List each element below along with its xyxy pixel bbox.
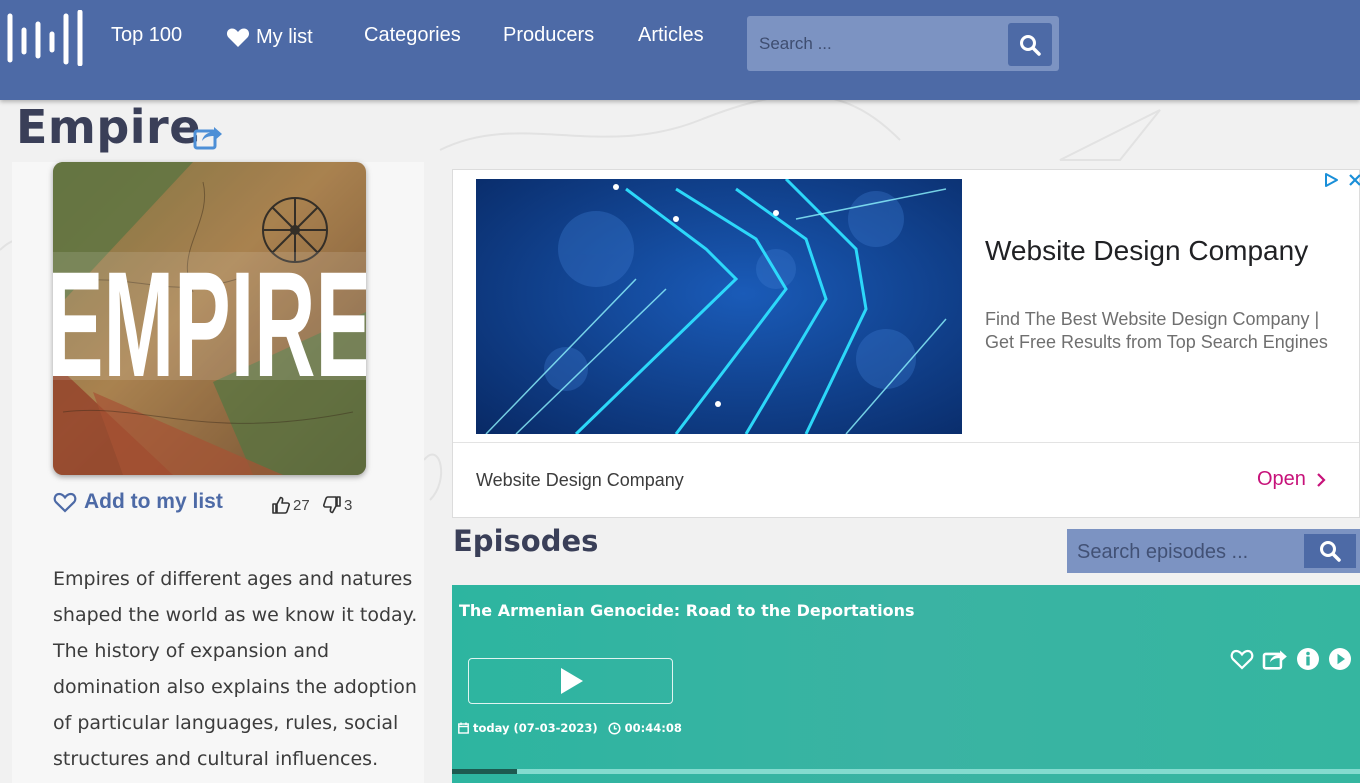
calendar-icon (458, 722, 469, 734)
heart-icon (226, 28, 250, 47)
episode-duration: 00:44:08 (624, 721, 682, 735)
podcast-description: Empires of different ages and natures sh… (53, 568, 418, 770)
episode-play-small-button[interactable] (1328, 647, 1352, 671)
search-button[interactable] (1008, 23, 1052, 66)
nav-mylist-label: My list (256, 26, 313, 48)
close-icon[interactable] (1347, 172, 1360, 188)
nav-categories[interactable]: Categories (364, 24, 461, 47)
thumbs-up-icon (272, 496, 290, 514)
episode-card[interactable]: The Armenian Genocide: Road to the Depor… (452, 585, 1360, 783)
nav-mylist[interactable]: My list (226, 26, 313, 49)
heart-outline-icon (53, 492, 77, 513)
bars-logo-icon[interactable] (6, 10, 84, 66)
play-icon (560, 668, 583, 694)
nav-articles[interactable]: Articles (638, 24, 704, 47)
share-icon (1262, 650, 1287, 670)
search-icon (1320, 541, 1341, 562)
episodes-heading: Episodes (453, 524, 599, 558)
thumbs-down-icon (323, 496, 341, 514)
ad-play-icon (1325, 173, 1338, 187)
ad-choices[interactable] (1323, 172, 1360, 188)
ad-text: Find The Best Website Design Company | G… (985, 309, 1328, 352)
episode-info-button[interactable] (1296, 647, 1320, 671)
dislike-count: 3 (344, 496, 353, 514)
episode-search-input[interactable] (1075, 538, 1299, 566)
play-circle-icon (1329, 648, 1351, 670)
ad-title[interactable]: Website Design Company (985, 235, 1308, 267)
share-icon[interactable] (193, 124, 223, 150)
ad-open-label: Open (1257, 468, 1306, 490)
dislike-button[interactable]: 3 (322, 495, 352, 515)
episode-date: today (07-03-2023) (473, 721, 598, 735)
info-icon (1297, 648, 1319, 670)
ad-image[interactable] (476, 179, 962, 434)
episode-share-button[interactable] (1262, 648, 1288, 670)
top-nav-bar: Top 100 My list Categories Producers Art… (0, 0, 1360, 100)
like-button[interactable]: 27 (271, 495, 310, 515)
ad-divider (453, 442, 1359, 443)
podcast-cover-image[interactable]: EMPIRE (53, 162, 366, 475)
nav-top100[interactable]: Top 100 (111, 24, 182, 47)
advertisement[interactable]: Website Design Company Find The Best Web… (452, 169, 1360, 518)
site-search (747, 16, 1059, 71)
play-button[interactable] (468, 658, 673, 704)
episode-search-button[interactable] (1304, 534, 1356, 568)
episode-meta: today (07-03-2023) 00:44:08 (458, 721, 682, 735)
page-title: Empire (16, 100, 201, 154)
cover-text: EMPIRE (53, 240, 366, 408)
heart-outline-icon (1230, 649, 1254, 670)
chevron-right-icon (1317, 472, 1326, 487)
episode-title[interactable]: The Armenian Genocide: Road to the Depor… (459, 601, 915, 620)
episode-progress-fill (452, 769, 518, 774)
ad-footer-name: Website Design Company (476, 470, 684, 490)
clock-icon (608, 721, 621, 735)
add-to-list-label: Add to my list (84, 490, 223, 513)
ad-open-button[interactable]: Open (1257, 468, 1326, 491)
episode-favorite-button[interactable] (1230, 649, 1254, 670)
like-count: 27 (293, 496, 310, 514)
episode-actions (1230, 647, 1352, 671)
nav-producers[interactable]: Producers (503, 24, 594, 47)
search-input[interactable] (757, 30, 1001, 58)
search-icon (1020, 34, 1041, 56)
episode-search (1067, 529, 1360, 573)
episode-progress-bar[interactable] (452, 769, 1360, 774)
add-to-list-button[interactable]: Add to my list (53, 490, 223, 514)
